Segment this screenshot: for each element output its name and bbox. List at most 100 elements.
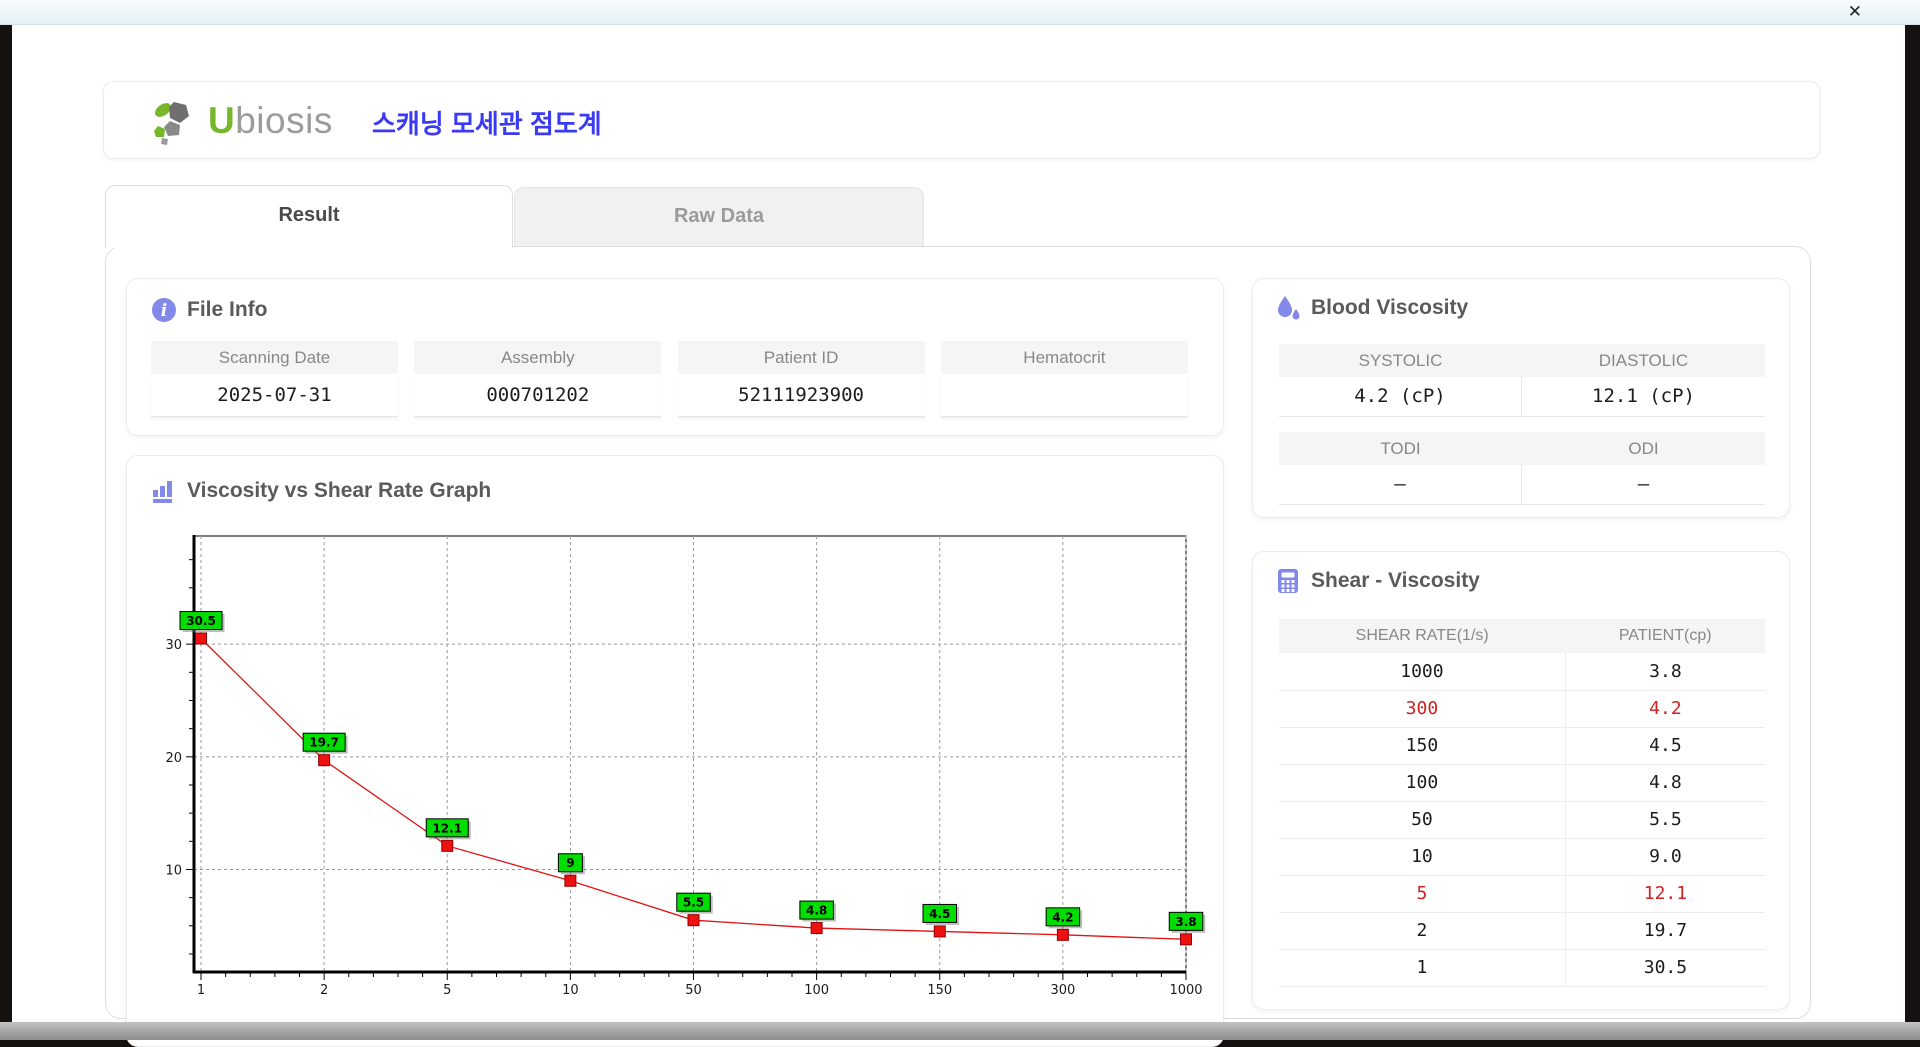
graph-card: Viscosity vs Shear Rate Graph 1 2 5 10 50 100…	[126, 455, 1224, 1047]
bv-header-row: SYSTOLIC DIASTOLIC	[1279, 344, 1765, 377]
table-row: 100 4.8	[1279, 764, 1765, 802]
field-value: 52111923900	[677, 374, 925, 417]
shear-rate-cell: 1000	[1279, 653, 1566, 691]
field-value	[940, 374, 1188, 417]
chart-y-tick-label: 10	[165, 863, 182, 878]
shear-rate-cell: 10	[1279, 838, 1566, 876]
bv-metric-label: SYSTOLIC	[1279, 344, 1522, 377]
patient-viscosity-cell: 4.5	[1565, 727, 1765, 765]
shear-viscosity-table: SHEAR RATE(1/s) PATIENT(cp) 1000 3.8 300 4.2…	[1279, 619, 1765, 987]
bv-metric-group: SYSTOLIC DIASTOLIC 4.2 (cP) 12.1 (cP)	[1279, 344, 1765, 417]
chart-y-tick-label: 30	[165, 638, 182, 653]
table-row: 1 30.5	[1279, 949, 1765, 987]
droplets-icon	[1278, 296, 1300, 320]
close-icon[interactable]: ✕	[1848, 1, 1862, 23]
field-label: Scanning Date	[151, 341, 398, 374]
patient-viscosity-cell: 12.1	[1565, 875, 1765, 913]
chart-data-point	[933, 925, 946, 938]
bv-metric-value: –	[1522, 465, 1765, 505]
chart-x-tick-label: 100	[804, 983, 829, 998]
chart-data-point	[318, 754, 331, 767]
chart-x-tick-label: 150	[927, 983, 952, 998]
app-window: Ubiosis 스캐닝 모세관 점도계 Result Raw Data i Fi…	[12, 25, 1905, 1047]
file-info-field: Patient ID 52111923900	[677, 341, 925, 417]
shear-viscosity-card: Shear - Viscosity SHEAR RATE(1/s) PATIENT…	[1252, 551, 1790, 1010]
chart-point-label: 5.5	[683, 896, 704, 910]
table-row: 10 9.0	[1279, 838, 1765, 876]
table-column-header: PATIENT(cp)	[1565, 619, 1765, 653]
window-titlebar: ✕	[0, 0, 1920, 25]
file-info-title-text: File Info	[187, 298, 268, 321]
tab-raw-data[interactable]: Raw Data	[514, 187, 924, 247]
chart-point-label: 12.1	[432, 821, 462, 835]
file-info-title: i File Info	[151, 297, 268, 323]
field-label: Patient ID	[677, 341, 925, 374]
chart-y-tick-label: 20	[165, 751, 182, 766]
chart-data-point	[687, 914, 700, 927]
bv-metric-value: 4.2 (cP)	[1279, 377, 1522, 417]
field-label: Hematocrit	[940, 341, 1188, 374]
patient-viscosity-cell: 3.8	[1565, 653, 1765, 691]
shear-rate-cell: 50	[1279, 801, 1566, 839]
bv-metric-label: ODI	[1522, 432, 1765, 465]
patient-viscosity-cell: 4.8	[1565, 764, 1765, 802]
chart-x-tick-label: 10	[562, 983, 579, 998]
chart-point-label: 19.7	[309, 736, 339, 750]
chart-x-tick-label: 5	[443, 983, 451, 998]
calculator-icon	[1278, 569, 1298, 593]
chart-x-tick-label: 1	[197, 983, 205, 998]
bv-value-row: 4.2 (cP) 12.1 (cP)	[1279, 377, 1765, 417]
ubiosis-logo-icon	[154, 102, 189, 145]
bar-chart-icon	[153, 481, 172, 503]
graph-title-text: Viscosity vs Shear Rate Graph	[187, 479, 492, 502]
chart-data-point	[564, 874, 577, 887]
shear-rate-cell: 1	[1279, 949, 1566, 987]
table-row: 150 4.5	[1279, 727, 1765, 765]
field-value: 000701202	[414, 374, 662, 417]
patient-viscosity-cell: 4.2	[1565, 690, 1765, 728]
bv-header-row: TODI ODI	[1279, 432, 1765, 465]
patient-viscosity-cell: 5.5	[1565, 801, 1765, 839]
chart-point-label: 9	[566, 856, 574, 870]
chart-data-point	[1056, 928, 1069, 941]
bv-value-row: – –	[1279, 465, 1765, 505]
shear-rate-cell: 100	[1279, 764, 1566, 802]
chart-point-label: 4.2	[1052, 910, 1073, 924]
table-row: 300 4.2	[1279, 690, 1765, 728]
table-row: 50 5.5	[1279, 801, 1765, 839]
ubiosis-logo: Ubiosis	[150, 96, 333, 146]
chart-x-tick-label: 50	[685, 983, 702, 998]
chart-x-tick-label: 300	[1050, 983, 1075, 998]
bv-metric-label: DIASTOLIC	[1522, 344, 1765, 377]
blood-viscosity-card: Blood Viscosity SYSTOLIC DIASTOLIC 4.2 (cP…	[1252, 278, 1790, 518]
file-info-card: i File Info Scanning Date 2025-07-31 Assem…	[126, 278, 1224, 436]
table-row: 5 12.1	[1279, 875, 1765, 913]
chart-point-label: 4.5	[929, 907, 950, 921]
shear-viscosity-title: Shear - Viscosity	[1275, 568, 1480, 594]
chart-data-point	[195, 632, 207, 645]
blood-viscosity-title: Blood Viscosity	[1275, 295, 1468, 321]
chart-data-point	[441, 839, 454, 852]
chart-point-label: 3.8	[1175, 915, 1196, 929]
viscosity-chart: 1 2 5 10 50 100 150 300 1000 10 20 30 30.5 19.7 12.1 9 5…	[165, 535, 1206, 998]
shear-rate-cell: 5	[1279, 875, 1566, 913]
bv-metric-label: TODI	[1279, 432, 1522, 465]
shear-rate-cell: 300	[1279, 690, 1566, 728]
tab-result[interactable]: Result	[105, 185, 513, 248]
info-icon: i	[152, 298, 176, 322]
shear-rate-cell: 2	[1279, 912, 1566, 950]
chart-x-tick-label: 1000	[1169, 983, 1202, 998]
chart-point-label: 4.8	[806, 904, 827, 918]
chart-x-tick-label: 2	[320, 983, 328, 998]
blood-viscosity-title-text: Blood Viscosity	[1311, 296, 1469, 319]
shear-viscosity-title-text: Shear - Viscosity	[1311, 569, 1480, 592]
field-value: 2025-07-31	[151, 374, 398, 417]
graph-title: Viscosity vs Shear Rate Graph	[151, 478, 491, 504]
table-row: 1000 3.8	[1279, 653, 1765, 691]
file-info-field: Hematocrit	[940, 341, 1188, 417]
patient-viscosity-cell: 30.5	[1565, 949, 1765, 987]
field-label: Assembly	[414, 341, 662, 374]
bv-metric-value: –	[1279, 465, 1522, 505]
bottom-window-edge	[0, 1022, 1920, 1040]
logo-text: Ubiosis	[208, 100, 333, 141]
